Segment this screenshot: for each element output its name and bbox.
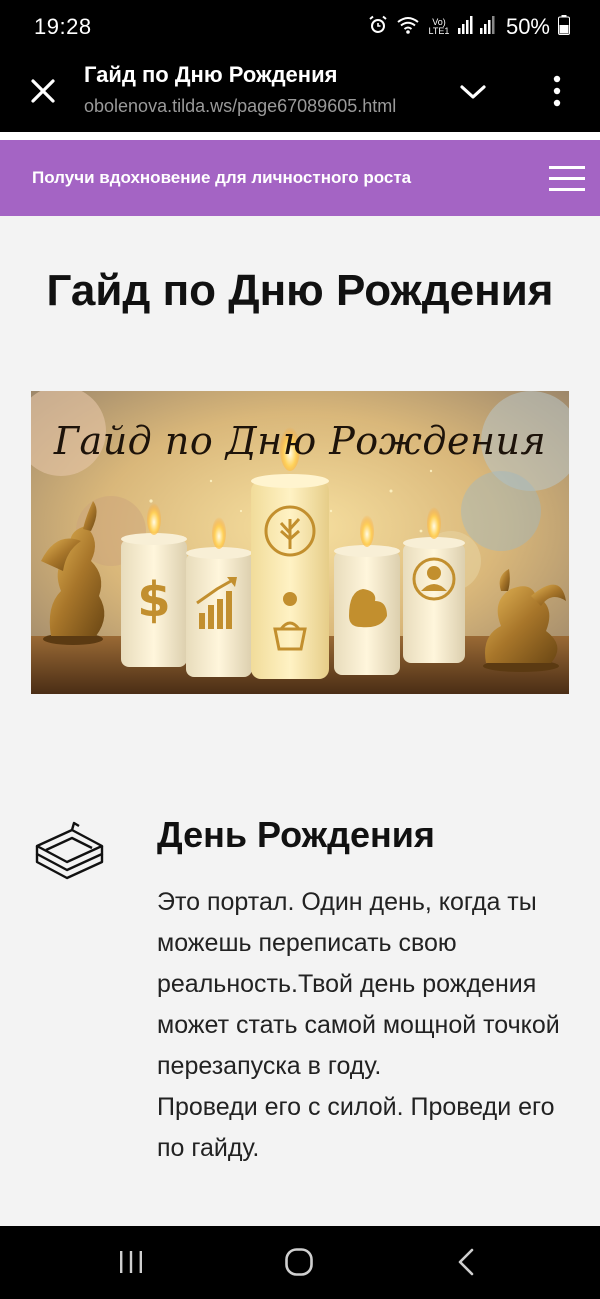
back-icon bbox=[458, 1248, 474, 1276]
status-icons: Vo) LTE1 50% bbox=[368, 14, 570, 40]
hero-caption: Гайд по Дню Рождения bbox=[53, 419, 547, 463]
battery-level: 50% bbox=[505, 14, 550, 39]
home-button[interactable] bbox=[284, 1247, 314, 1277]
status-bar: 19:28 Vo) LTE1 50% bbox=[0, 0, 600, 56]
close-button[interactable] bbox=[28, 76, 58, 106]
recents-icon bbox=[120, 1251, 142, 1273]
svg-text:$: $ bbox=[137, 572, 170, 628]
recents-button[interactable] bbox=[118, 1250, 144, 1274]
battery-icon bbox=[558, 14, 570, 40]
section-description: Это портал. Один день, когда ты можешь п… bbox=[157, 882, 567, 1169]
close-icon bbox=[31, 79, 55, 103]
book-icon bbox=[34, 814, 106, 886]
page-title: Гайд по Дню Рождения bbox=[46, 266, 554, 315]
toolbar-divider bbox=[0, 132, 600, 140]
section-paragraph-2: Проведи его с силой. Проведи его по гайд… bbox=[157, 1093, 555, 1162]
site-header-title: Получи вдохновение для личностного роста bbox=[32, 168, 412, 187]
tab-title: Гайд по Дню Рождения bbox=[84, 62, 338, 87]
hero-image: $ Гайд по Дню Рождения bbox=[31, 391, 569, 694]
url-text[interactable]: obolenova.tilda.ws/page67089605.html bbox=[84, 96, 430, 117]
system-nav-bar bbox=[0, 1226, 600, 1299]
browser-toolbar: Гайд по Дню Рождения obolenova.tilda.ws/… bbox=[0, 56, 600, 132]
alarm-icon bbox=[368, 15, 388, 40]
home-icon bbox=[285, 1248, 313, 1276]
back-button[interactable] bbox=[456, 1248, 476, 1276]
more-vertical-icon bbox=[553, 75, 561, 107]
site-header: Получи вдохновение для личностного роста bbox=[0, 140, 600, 216]
hamburger-menu-icon[interactable] bbox=[549, 166, 585, 192]
more-options-button[interactable] bbox=[546, 74, 568, 108]
expand-button[interactable] bbox=[458, 78, 488, 106]
page-content: Гайд по Дню Рождения $ Гайд по Дню Рожде… bbox=[0, 216, 600, 1226]
status-time: 19:28 bbox=[34, 14, 92, 39]
network-label: Vo) LTE1 bbox=[428, 17, 450, 36]
chevron-down-icon bbox=[460, 85, 486, 99]
section-title: День Рождения bbox=[157, 814, 435, 855]
signal-icon bbox=[457, 15, 498, 39]
section-paragraph-1: Это портал. Один день, когда ты можешь п… bbox=[157, 888, 560, 1080]
wifi-icon bbox=[396, 15, 420, 40]
